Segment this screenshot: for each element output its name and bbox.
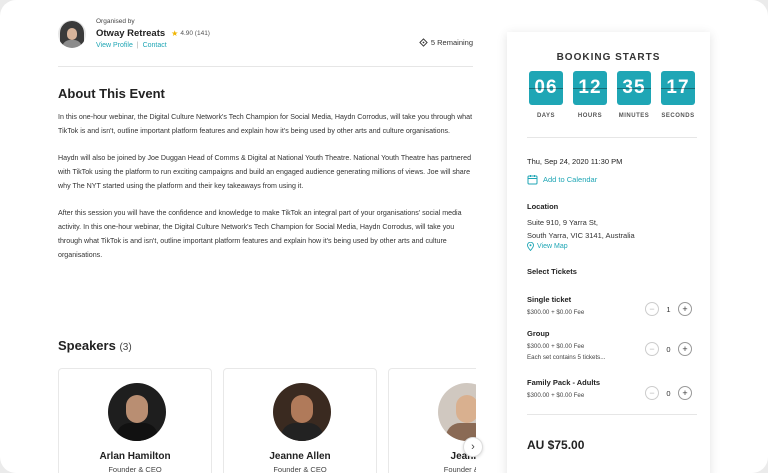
increment-button[interactable]: + [678, 302, 692, 316]
map-pin-icon [527, 242, 534, 251]
organiser-rating: 4.90 (141) [180, 30, 210, 37]
ticket-name: Group [527, 329, 550, 338]
remaining-indicator: 5 Remaining [419, 38, 473, 47]
speakers-carousel: Arlan Hamilton Founder & CEO Jeanne Alle… [58, 368, 476, 473]
link-separator: | [136, 42, 139, 49]
quantity-value: 0 [666, 344, 671, 354]
speaker-name: Arlan Hamilton [99, 451, 171, 462]
booking-panel: BOOKING STARTS 06 DAYS 12 HOURS 35 MINUT… [507, 32, 710, 473]
ticket-single: Single ticket $300.00 + $0.00 Fee − 1 + [527, 295, 692, 316]
countdown-value: 06 [529, 71, 563, 105]
decrement-button[interactable]: − [645, 386, 659, 400]
speaker-card[interactable]: Jeann Founder & C [388, 368, 476, 473]
countdown-days: 06 DAYS [529, 71, 563, 119]
address-line: Suite 910, 9 Yarra St, [527, 218, 599, 227]
chevron-right-icon[interactable]: › [463, 437, 483, 457]
speakers-heading: Speakers [58, 338, 116, 353]
star-icon: ★ [171, 29, 179, 38]
countdown-seconds: 17 SECONDS [661, 71, 695, 119]
view-map-label: View Map [537, 243, 568, 250]
speaker-name: Jeann [450, 451, 476, 462]
organiser-avatar [58, 20, 86, 48]
select-tickets-title: Select Tickets [527, 267, 577, 276]
event-page: Organised by Otway Retreats ★ 4.90 (141)… [0, 0, 768, 473]
speaker-role: Founder & CEO [108, 465, 162, 473]
countdown-label: DAYS [536, 113, 556, 119]
location-label: Location [527, 202, 559, 211]
event-date: Thu, Sep 24, 2020 11:30 PM [527, 157, 623, 166]
calendar-icon [527, 175, 538, 185]
divider [527, 414, 697, 415]
about-title: About This Event [58, 86, 165, 101]
quantity-stepper: − 1 + [645, 302, 692, 316]
contact-link[interactable]: Contact [143, 42, 167, 49]
decrement-button[interactable]: − [645, 302, 659, 316]
countdown-value: 12 [573, 71, 607, 105]
countdown-value: 35 [617, 71, 651, 105]
organiser-block: Organised by Otway Retreats ★ 4.90 (141)… [58, 18, 210, 49]
countdown-label: SECONDS [661, 113, 695, 119]
speaker-name: Jeanne Allen [269, 451, 331, 462]
ticket-icon [419, 38, 428, 47]
view-profile-link[interactable]: View Profile [96, 42, 133, 49]
speakers-count: (3) [119, 342, 132, 353]
speaker-photo [273, 383, 331, 441]
countdown-hours: 12 HOURS [573, 71, 607, 119]
add-to-calendar-label: Add to Calendar [543, 175, 598, 184]
countdown-label: HOURS [577, 113, 603, 119]
organiser-name: Otway Retreats [96, 28, 166, 39]
speaker-photo [438, 383, 476, 441]
quantity-stepper: − 0 + [645, 342, 692, 356]
decrement-button[interactable]: − [645, 342, 659, 356]
divider [527, 137, 697, 138]
about-paragraph: In this one-hour webinar, the Digital Cu… [58, 113, 473, 135]
ticket-group: Group $300.00 + $0.00 Fee Each set conta… [527, 329, 692, 361]
quantity-stepper: − 0 + [645, 386, 692, 400]
speaker-card[interactable]: Jeanne Allen Founder & CEO [223, 368, 377, 473]
speaker-role: Founder & CEO [273, 465, 327, 473]
about-text: In this one-hour webinar, the Digital Cu… [58, 110, 476, 275]
location-address: Suite 910, 9 Yarra St, South Yarra, VIC … [527, 216, 635, 242]
organised-by-label: Organised by [96, 18, 135, 25]
view-map-link[interactable]: View Map [527, 242, 568, 251]
add-to-calendar-link[interactable]: Add to Calendar [527, 174, 597, 185]
speaker-role: Founder & C [443, 465, 476, 473]
remaining-text: 5 Remaining [430, 38, 473, 47]
countdown-label: MINUTES [618, 113, 650, 119]
about-paragraph: After this session you will have the con… [58, 209, 462, 259]
increment-button[interactable]: + [678, 386, 692, 400]
booking-title: BOOKING STARTS [556, 52, 661, 63]
speakers-title: Speakers (3) [58, 338, 132, 353]
address-line: South Yarra, VIC 3141, Australia [527, 231, 635, 240]
divider [58, 66, 473, 67]
increment-button[interactable]: + [678, 342, 692, 356]
countdown-minutes: 35 MINUTES [617, 71, 651, 119]
countdown-timer: 06 DAYS 12 HOURS 35 MINUTES 17 SECONDS [529, 71, 695, 119]
speaker-card[interactable]: Arlan Hamilton Founder & CEO [58, 368, 212, 473]
about-paragraph: Haydn will also be joined by Joe Duggan … [58, 154, 472, 190]
countdown-value: 17 [661, 71, 695, 105]
speaker-photo [108, 383, 166, 441]
quantity-value: 0 [666, 388, 671, 398]
total-price: AU $75.00 [527, 438, 585, 452]
ticket-family-pack: Family Pack - Adults $300.00 + $0.00 Fee… [527, 378, 692, 400]
quantity-value: 1 [666, 304, 671, 314]
